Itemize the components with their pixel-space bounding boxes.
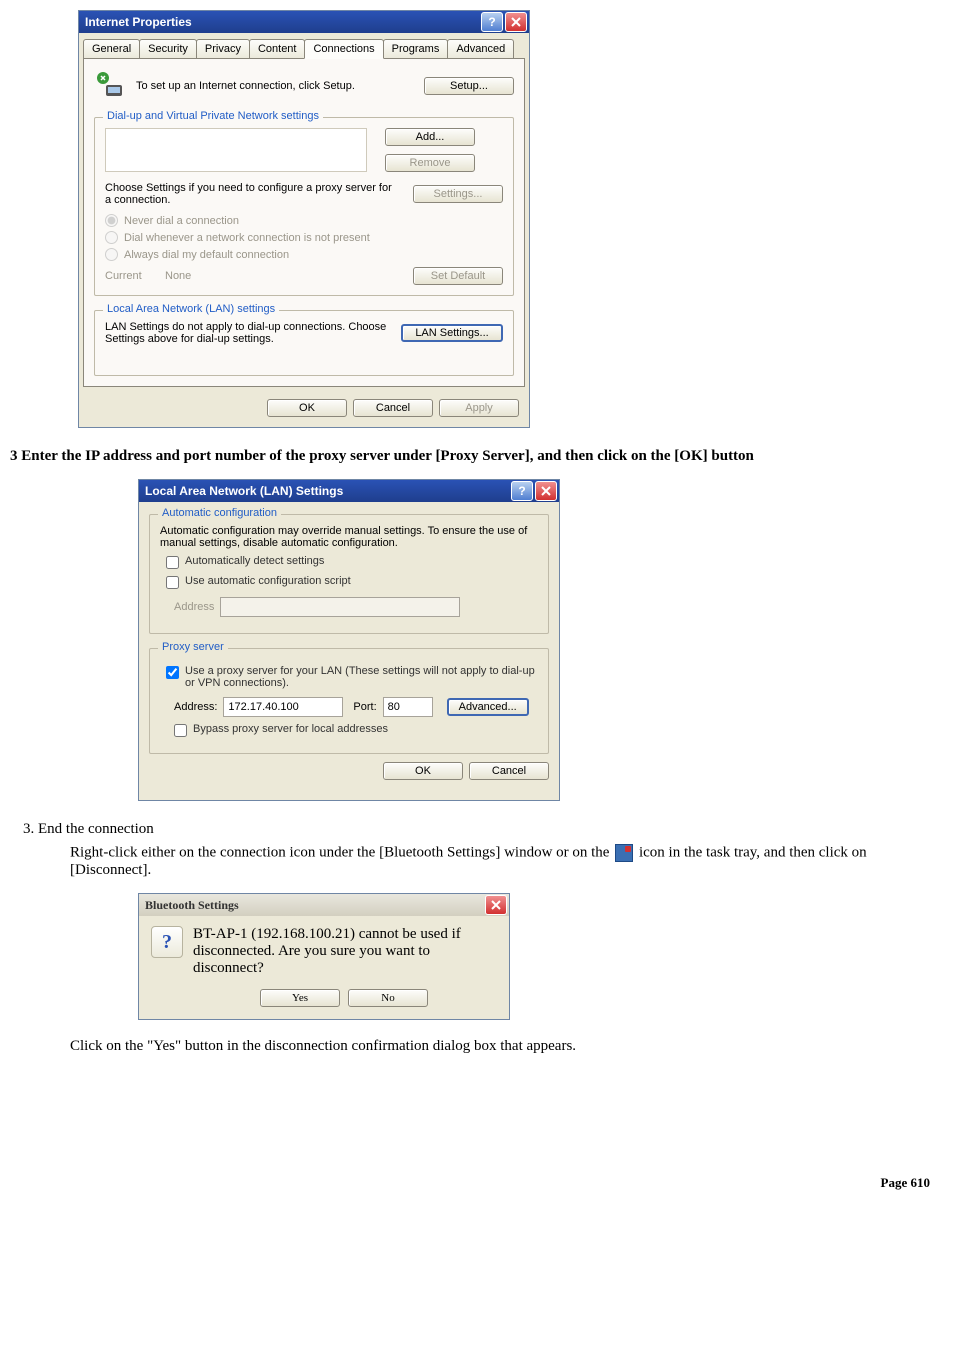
auto-address-label: Address — [174, 601, 214, 613]
proxy-legend: Proxy server — [158, 641, 228, 653]
question-icon: ? — [151, 926, 183, 958]
step-end-connection: End the connection Right-click either on… — [38, 821, 944, 1055]
remove-button[interactable]: Remove — [385, 154, 475, 172]
use-proxy-checkbox[interactable]: Use a proxy server for your LAN (These s… — [166, 665, 538, 689]
tab-connections[interactable]: Connections — [304, 39, 383, 59]
connections-panel: To set up an Internet connection, click … — [83, 58, 525, 387]
dialog-title: Bluetooth Settings — [145, 898, 239, 913]
lan-help-text: LAN Settings do not apply to dial-up con… — [105, 321, 387, 345]
bluetooth-tray-icon — [615, 844, 633, 862]
instruction-proxy: 3 Enter the IP address and port number o… — [10, 448, 944, 465]
settings-button[interactable]: Settings... — [413, 185, 503, 203]
auto-address-input — [220, 597, 460, 617]
dialup-vpn-group: Dial-up and Virtual Private Network sett… — [94, 117, 514, 296]
dialog-title: Local Area Network (LAN) Settings — [145, 484, 343, 498]
choose-settings-text: Choose Settings if you need to configure… — [105, 182, 395, 206]
connection-icon — [94, 69, 128, 103]
close-icon[interactable] — [535, 481, 557, 501]
proxy-port-input[interactable] — [383, 697, 433, 717]
auto-desc: Automatic configuration may override man… — [160, 525, 538, 549]
setup-instruction-text: To set up an Internet connection, click … — [136, 80, 424, 92]
bypass-proxy-checkbox[interactable]: Bypass proxy server for local addresses — [174, 723, 538, 737]
tab-security[interactable]: Security — [139, 39, 197, 58]
tab-programs[interactable]: Programs — [383, 39, 449, 58]
help-icon[interactable]: ? — [511, 481, 533, 501]
tab-general[interactable]: General — [83, 39, 140, 58]
page-footer: Page 610 — [10, 1175, 944, 1191]
cancel-button[interactable]: Cancel — [469, 762, 549, 780]
titlebar: Bluetooth Settings — [139, 894, 509, 916]
titlebar: Local Area Network (LAN) Settings ? — [139, 480, 559, 502]
setup-button[interactable]: Setup... — [424, 77, 514, 95]
auto-legend: Automatic configuration — [158, 507, 281, 519]
dialog-title: Internet Properties — [85, 15, 192, 29]
help-icon[interactable]: ? — [481, 12, 503, 32]
no-button[interactable]: No — [348, 989, 428, 1007]
auto-detect-checkbox[interactable]: Automatically detect settings — [166, 555, 538, 569]
proxy-address-label: Address: — [174, 701, 217, 713]
radio-dial-whenever[interactable]: Dial whenever a network connection is no… — [105, 231, 503, 244]
set-default-button[interactable]: Set Default — [413, 267, 503, 285]
add-button[interactable]: Add... — [385, 128, 475, 146]
tab-content[interactable]: Content — [249, 39, 306, 58]
radio-always-dial[interactable]: Always dial my default connection — [105, 248, 503, 261]
automatic-config-group: Automatic configuration Automatic config… — [149, 514, 549, 634]
lan-settings-dialog: Local Area Network (LAN) Settings ? Auto… — [138, 479, 560, 801]
lan-settings-button[interactable]: LAN Settings... — [401, 324, 503, 342]
tab-privacy[interactable]: Privacy — [196, 39, 250, 58]
current-value: None — [165, 270, 413, 282]
ok-button[interactable]: OK — [267, 399, 347, 417]
lan-settings-group: Local Area Network (LAN) settings LAN Se… — [94, 310, 514, 376]
tab-strip: General Security Privacy Content Connect… — [83, 39, 525, 58]
post-dialog-text: Click on the "Yes" button in the disconn… — [70, 1038, 944, 1055]
internet-properties-dialog: Internet Properties ? General Security P… — [78, 10, 530, 428]
close-icon[interactable] — [505, 12, 527, 32]
proxy-port-label: Port: — [353, 701, 376, 713]
disconnect-message: BT-AP-1 (192.168.100.21) cannot be used … — [193, 926, 497, 977]
tab-advanced[interactable]: Advanced — [447, 39, 514, 58]
current-label: Current — [105, 270, 165, 282]
ok-button[interactable]: OK — [383, 762, 463, 780]
titlebar: Internet Properties ? — [79, 11, 529, 33]
radio-never-dial[interactable]: Never dial a connection — [105, 214, 503, 227]
step-title: End the connection — [38, 821, 154, 837]
yes-button[interactable]: Yes — [260, 989, 340, 1007]
lan-legend: Local Area Network (LAN) settings — [103, 303, 279, 315]
bluetooth-disconnect-dialog: Bluetooth Settings ? BT-AP-1 (192.168.10… — [138, 893, 510, 1020]
close-icon[interactable] — [485, 895, 507, 915]
proxy-address-input[interactable] — [223, 697, 343, 717]
step-body: Right-click either on the connection ico… — [70, 844, 944, 879]
dialup-legend: Dial-up and Virtual Private Network sett… — [103, 110, 323, 122]
apply-button[interactable]: Apply — [439, 399, 519, 417]
advanced-button[interactable]: Advanced... — [447, 698, 529, 716]
cancel-button[interactable]: Cancel — [353, 399, 433, 417]
proxy-server-group: Proxy server Use a proxy server for your… — [149, 648, 549, 754]
auto-script-checkbox[interactable]: Use automatic configuration script — [166, 575, 538, 589]
connection-list[interactable] — [105, 128, 367, 172]
